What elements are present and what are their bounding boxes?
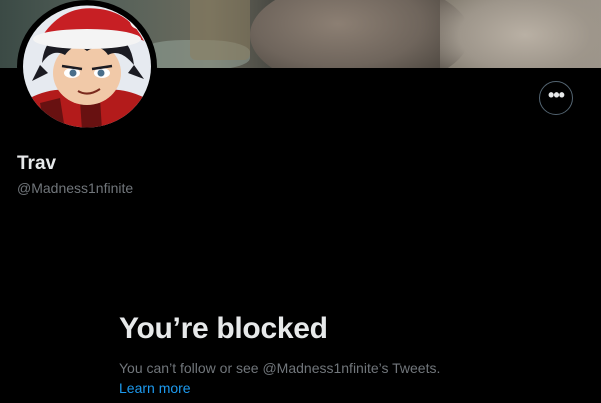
profile-avatar[interactable]	[17, 0, 157, 133]
profile-handle: @Madness1nfinite	[17, 180, 134, 196]
more-options-icon: •••	[548, 85, 565, 105]
profile-display-name: Trav	[17, 153, 57, 174]
blocked-title: You’re blocked	[119, 312, 328, 345]
learn-more-link[interactable]: Learn more	[119, 380, 191, 396]
blocked-message: You can’t follow or see @Madness1nfinite…	[119, 360, 441, 376]
more-options-button[interactable]: •••	[539, 81, 573, 115]
